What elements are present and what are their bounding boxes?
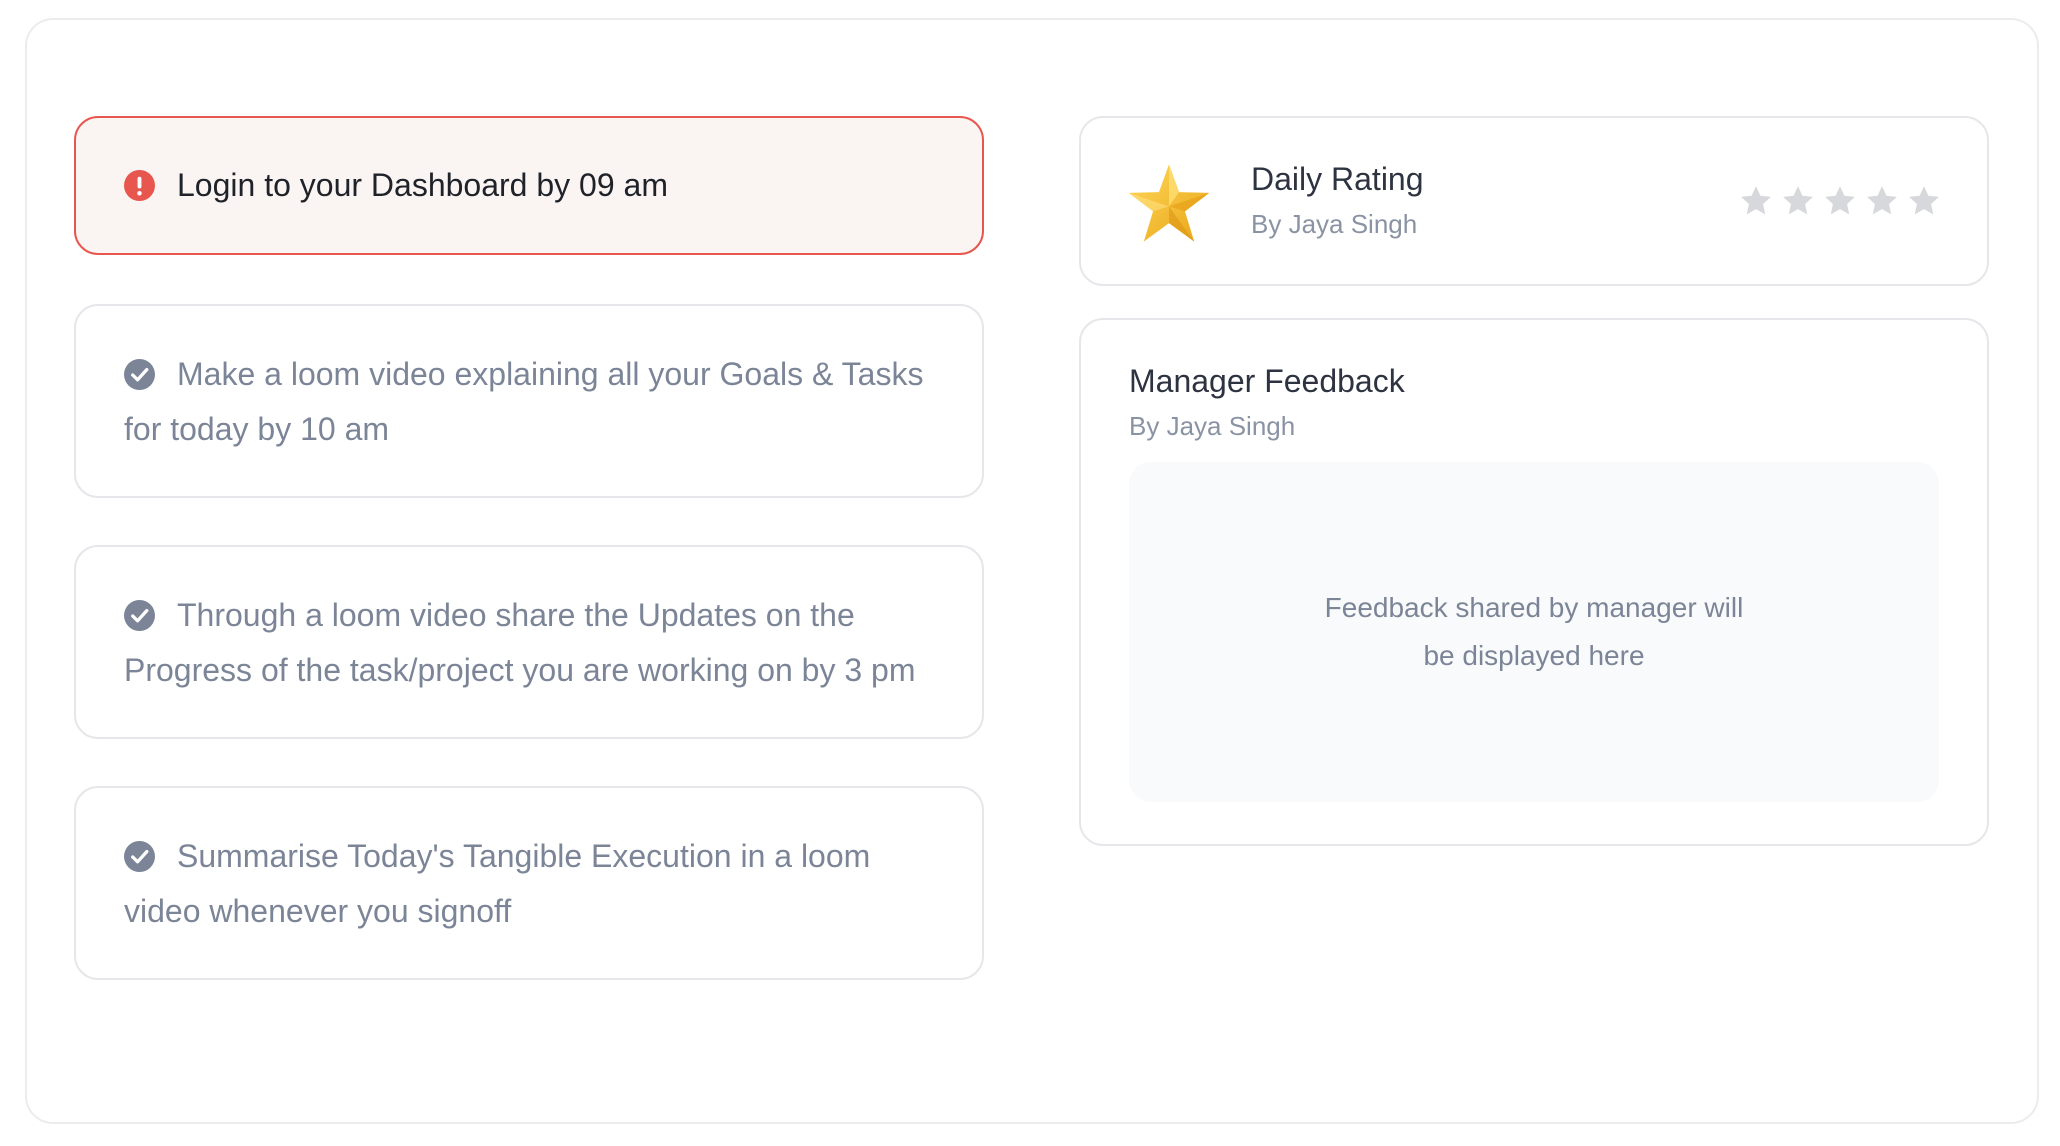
check-circle-icon xyxy=(124,841,155,872)
task-text: Make a loom video explaining all your Go… xyxy=(124,356,924,447)
task-loom-summary[interactable]: Summarise Today's Tangible Execution in … xyxy=(74,786,984,980)
star-icon[interactable] xyxy=(1823,184,1857,218)
feedback-content-box: Feedback shared by manager will be displ… xyxy=(1129,462,1939,802)
feedback-placeholder: Feedback shared by manager will be displ… xyxy=(1324,592,1744,671)
check-circle-icon xyxy=(124,600,155,631)
star-rating[interactable] xyxy=(1739,184,1941,218)
star-icon[interactable] xyxy=(1865,184,1899,218)
manager-feedback-title: Manager Feedback xyxy=(1129,363,1405,399)
daily-rating-title: Daily Rating xyxy=(1251,161,1424,197)
task-text: Through a loom video share the Updates o… xyxy=(124,597,916,688)
gold-star-icon xyxy=(1128,164,1210,242)
exclamation-circle-icon xyxy=(124,170,155,201)
check-circle-icon xyxy=(124,359,155,390)
manager-feedback-author: By Jaya Singh xyxy=(1129,411,1296,441)
task-loom-progress[interactable]: Through a loom video share the Updates o… xyxy=(74,545,984,739)
star-icon[interactable] xyxy=(1739,184,1773,218)
task-loom-goals[interactable]: Make a loom video explaining all your Go… xyxy=(74,304,984,498)
daily-rating-author: By Jaya Singh xyxy=(1251,209,1418,239)
manager-feedback-card: Manager Feedback By Jaya Singh Feedback … xyxy=(1079,318,1989,846)
daily-rating-card: Daily Rating By Jaya Singh xyxy=(1079,116,1989,286)
star-icon[interactable] xyxy=(1907,184,1941,218)
star-icon[interactable] xyxy=(1781,184,1815,218)
task-text: Summarise Today's Tangible Execution in … xyxy=(124,838,871,929)
task-login-alert[interactable]: Login to your Dashboard by 09 am xyxy=(74,116,984,255)
task-text: Login to your Dashboard by 09 am xyxy=(177,167,668,203)
